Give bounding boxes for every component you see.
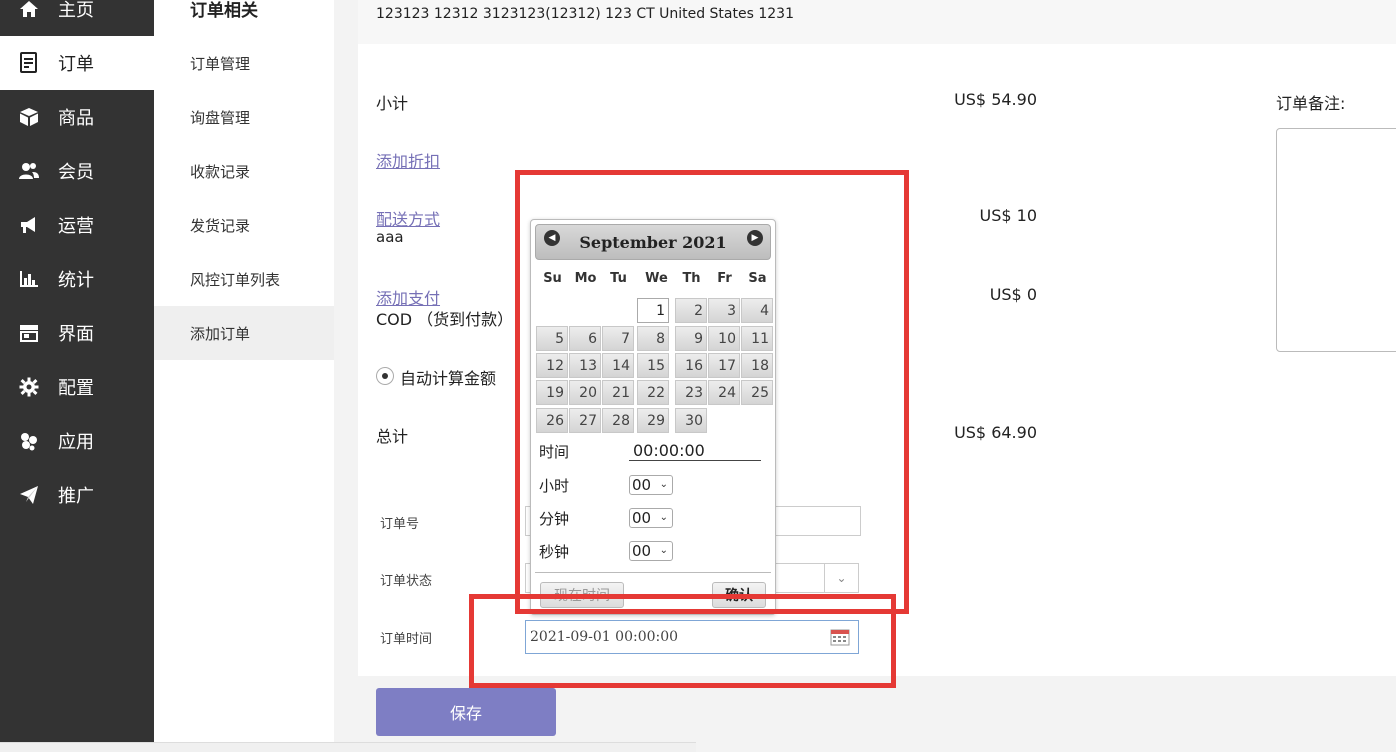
order-submenu: 订单相关 订单管理 询盘管理 收款记录 发货记录 风控订单列表 添加订单 [154, 0, 334, 752]
auto-calc-label: 自动计算金额 [400, 369, 497, 388]
sidebar-item-home[interactable]: 主页 [0, 0, 154, 36]
sidebar-item-interface[interactable]: 界面 [0, 306, 154, 360]
submenu-item-add-order[interactable]: 添加订单 [154, 306, 334, 360]
order-icon [18, 52, 40, 74]
subtotal-value: US$ 54.90 [954, 90, 1037, 109]
order-status-label: 订单状态 [380, 574, 433, 589]
sidebar-item-label: 主页 [58, 0, 94, 21]
sidebar-item-orders[interactable]: 订单 [0, 36, 154, 90]
shipping-value: US$ 10 [979, 206, 1038, 225]
sidebar-item-promotion[interactable]: 推广 [0, 468, 154, 522]
highlight-box-datepicker [515, 170, 909, 614]
submenu-item-order-management[interactable]: 订单管理 [154, 36, 334, 90]
bar-chart-icon [18, 268, 40, 290]
sidebar-item-label: 推广 [58, 486, 94, 507]
sidebar-item-label: 统计 [58, 270, 94, 291]
total-label: 总计 [376, 427, 409, 446]
sidebar-item-apps[interactable]: 应用 [0, 414, 154, 468]
gear-icon [18, 376, 40, 398]
order-time-label: 订单时间 [380, 632, 433, 647]
sidebar-item-label: 运营 [58, 216, 94, 237]
status-bar [0, 742, 696, 752]
sidebar-item-label: 会员 [58, 162, 94, 183]
shipping-method-link[interactable]: 配送方式 [376, 206, 440, 230]
box-icon [18, 106, 40, 128]
paper-plane-icon [18, 484, 40, 506]
submenu-item-risk-orders[interactable]: 风控订单列表 [154, 252, 334, 306]
order-note-textarea[interactable] [1276, 128, 1396, 352]
sidebar-item-label: 应用 [58, 432, 94, 453]
subtotal-label: 小计 [376, 94, 409, 113]
shipping-address: 123123 12312 3123123(12312) 123 CT Unite… [376, 6, 794, 22]
save-button[interactable]: 保存 [376, 688, 556, 736]
home-icon [18, 0, 40, 20]
total-value: US$ 64.90 [954, 423, 1037, 442]
add-discount-link[interactable]: 添加折扣 [376, 148, 440, 172]
highlight-box-order-time [469, 594, 896, 688]
sidebar-item-settings[interactable]: 配置 [0, 360, 154, 414]
sidebar-item-statistics[interactable]: 统计 [0, 252, 154, 306]
order-number-label: 订单号 [380, 517, 420, 532]
submenu-title: 订单相关 [190, 1, 258, 21]
sidebar-item-label: 界面 [58, 324, 94, 345]
submenu-item-payment-records[interactable]: 收款记录 [154, 144, 334, 198]
payment-method-value: COD （货到付款） [376, 310, 514, 329]
sidebar-item-label: 配置 [58, 378, 94, 399]
auto-calc-radio[interactable] [376, 367, 394, 385]
sidebar-item-members[interactable]: 会员 [0, 144, 154, 198]
shipping-method-value: aaa [376, 228, 404, 246]
megaphone-icon [18, 214, 40, 236]
sidebar-item-label: 商品 [58, 108, 94, 129]
submenu-item-shipping-records[interactable]: 发货记录 [154, 198, 334, 252]
puzzle-icon [18, 430, 40, 452]
users-icon [18, 160, 40, 182]
sidebar-item-operations[interactable]: 运营 [0, 198, 154, 252]
sidebar-item-label: 订单 [58, 54, 94, 75]
order-note-label: 订单备注: [1276, 94, 1346, 113]
main-sidebar: 主页 订单 商品 会员 运营 统计 界面 配置 应用 推广 [0, 0, 154, 752]
submenu-item-inquiry-management[interactable]: 询盘管理 [154, 90, 334, 144]
sidebar-item-products[interactable]: 商品 [0, 90, 154, 144]
storefront-icon [18, 322, 40, 344]
payment-value: US$ 0 [989, 285, 1037, 304]
